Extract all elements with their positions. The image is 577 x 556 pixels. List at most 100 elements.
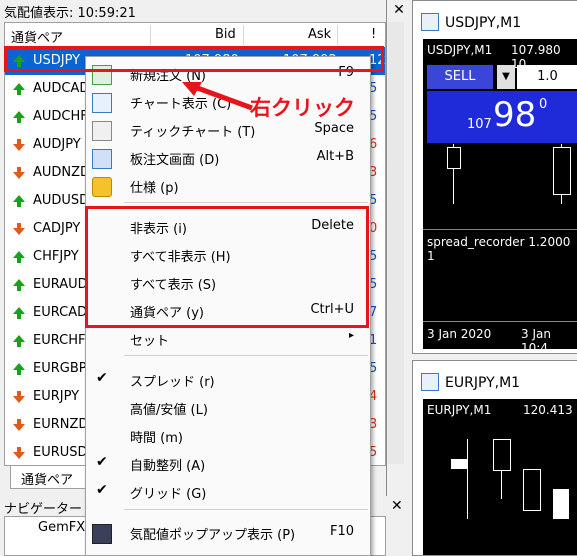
- symbol-cell: EURGBP: [33, 361, 87, 376]
- sell-button[interactable]: SELL: [427, 65, 493, 89]
- table-header: 通貨ペア Bid Ask !: [5, 23, 385, 48]
- down-arrow-icon: [12, 446, 26, 460]
- column-divider: [243, 25, 244, 45]
- menu-separator: [124, 355, 368, 356]
- up-arrow-icon: [12, 334, 26, 348]
- highlight-selected-row: [4, 46, 384, 72]
- column-header-extra[interactable]: !: [371, 27, 376, 42]
- down-arrow-icon: [12, 418, 26, 432]
- chart-canvas[interactable]: USDJPY,M1 107.980 10 SELL ▼ 1.0 107 98 0…: [423, 39, 577, 355]
- submenu-arrow-icon: ▸: [348, 330, 354, 341]
- menu-item-shortcut: F10: [329, 524, 354, 539]
- time-label: 3 Jan 2020: [427, 327, 492, 341]
- symbol-cell: AUDNZD: [33, 165, 91, 180]
- popup-prices-icon: [92, 524, 112, 544]
- lot-dropdown-icon[interactable]: ▼: [497, 65, 515, 89]
- price-sup: 0: [539, 97, 548, 112]
- symbol-cell: AUDUSD: [33, 193, 90, 208]
- column-header-bid[interactable]: Bid: [215, 27, 236, 42]
- chart-price: 120.413: [523, 403, 573, 417]
- symbol-cell: EURAUD: [33, 277, 88, 292]
- menu-item-grid[interactable]: ✔ グリッド (G): [86, 478, 370, 506]
- menu-separator: [124, 509, 368, 510]
- price-small: 107: [467, 117, 492, 132]
- symbol-cell: EURCAD: [33, 305, 88, 320]
- menu-item-label: スプレッド (r): [130, 375, 215, 390]
- column-header-symbol[interactable]: 通貨ペア: [11, 27, 63, 46]
- chart-icon: [421, 373, 439, 391]
- symbol-cell: CHFJPY: [33, 249, 79, 264]
- up-arrow-icon: [12, 82, 26, 96]
- symbol-cell: EURJPY: [33, 389, 80, 404]
- chart-window-usdjpy: USDJPY,M1 USDJPY,M1 107.980 10 SELL ▼ 1.…: [412, 0, 577, 355]
- menu-item-label: セット: [130, 334, 170, 349]
- menu-item-label: 仕様 (p): [130, 181, 179, 196]
- column-header-ask[interactable]: Ask: [308, 27, 331, 42]
- lot-input[interactable]: 1.0: [517, 65, 577, 89]
- chart-window-icon: [92, 93, 112, 113]
- up-arrow-icon: [12, 250, 26, 264]
- menu-item-label: 板注文画面 (D): [130, 153, 220, 168]
- time-label: 3 Jan 10:4: [521, 327, 551, 355]
- chart-canvas[interactable]: EURJPY,M1 120.413: [423, 399, 577, 555]
- candle: [523, 469, 541, 511]
- candle: [553, 147, 571, 195]
- menu-item-sets[interactable]: セット ▸: [86, 325, 370, 353]
- candle: [493, 439, 511, 471]
- navigator-title: ナビゲーター: [4, 502, 83, 517]
- navigator-close-icon[interactable]: ✕: [391, 498, 403, 514]
- candle-wick: [467, 439, 468, 519]
- navigator-item[interactable]: GemFX: [38, 520, 85, 535]
- menu-item-label: 高値/安値 (L): [130, 403, 208, 418]
- specification-icon: [92, 177, 112, 197]
- symbol-cell: CADJPY: [33, 221, 81, 236]
- menu-item-shortcut: Space: [314, 121, 354, 136]
- menu-separator: [124, 202, 368, 203]
- up-arrow-icon: [12, 110, 26, 124]
- sell-price-box[interactable]: 107 98 0: [427, 91, 577, 143]
- market-watch-scrollbar[interactable]: [388, 22, 404, 464]
- chart-window-title: EURJPY,M1: [445, 375, 521, 391]
- down-arrow-icon: [12, 138, 26, 152]
- checkmark-icon: ✔: [96, 370, 108, 386]
- menu-item-popup-prices[interactable]: 気配値ポップアップ表示 (P) F10: [86, 519, 370, 547]
- highlight-visibility-items: [85, 206, 369, 328]
- symbol-cell: EURNZD: [33, 417, 89, 432]
- symbol-cell: AUDJPY: [33, 137, 81, 152]
- menu-item-label: 自動整列 (A): [130, 459, 206, 474]
- column-divider: [337, 25, 338, 45]
- menu-item-label: ティックチャート (T): [130, 125, 256, 140]
- up-arrow-icon: [12, 278, 26, 292]
- menu-item-spread[interactable]: ✔ スプレッド (r): [86, 366, 370, 394]
- down-arrow-icon: [12, 222, 26, 236]
- arrow-icon: [182, 82, 253, 111]
- menu-item-specification[interactable]: 仕様 (p): [86, 172, 370, 200]
- down-arrow-icon: [12, 390, 26, 404]
- up-arrow-icon: [12, 362, 26, 376]
- checkmark-icon: ✔: [96, 454, 108, 470]
- checkmark-icon: ✔: [96, 482, 108, 498]
- subwindow-divider: [423, 229, 577, 230]
- up-arrow-icon: [12, 306, 26, 320]
- chart-icon: [421, 13, 439, 31]
- menu-item-high-low[interactable]: 高値/安値 (L): [86, 394, 370, 422]
- right-click-annotation: 右クリック: [250, 96, 355, 120]
- chart-window-title: USDJPY,M1: [445, 15, 522, 31]
- column-divider: [150, 25, 151, 45]
- menu-item-auto-arrange[interactable]: ✔ 自動整列 (A): [86, 450, 370, 478]
- candle: [553, 489, 569, 519]
- symbol-cell: AUDCAD: [33, 81, 90, 96]
- depth-of-market-icon: [92, 149, 112, 169]
- candle: [447, 147, 461, 169]
- menu-item-label: グリッド (G): [130, 487, 207, 502]
- market-watch-close-icon[interactable]: ✕: [391, 2, 407, 18]
- price-big: 98: [493, 95, 537, 135]
- chart-symbol-label: USDJPY,M1: [427, 43, 493, 57]
- menu-item-depth-of-market[interactable]: 板注文画面 (D) Alt+B: [86, 144, 370, 172]
- menu-item-shortcut: Alt+B: [316, 149, 354, 164]
- down-arrow-icon: [12, 166, 26, 180]
- symbol-cell: EURUSD: [33, 445, 88, 460]
- menu-item-label: 気配値ポップアップ表示 (P): [130, 528, 296, 543]
- up-arrow-icon: [12, 194, 26, 208]
- menu-item-time[interactable]: 時間 (m): [86, 422, 370, 450]
